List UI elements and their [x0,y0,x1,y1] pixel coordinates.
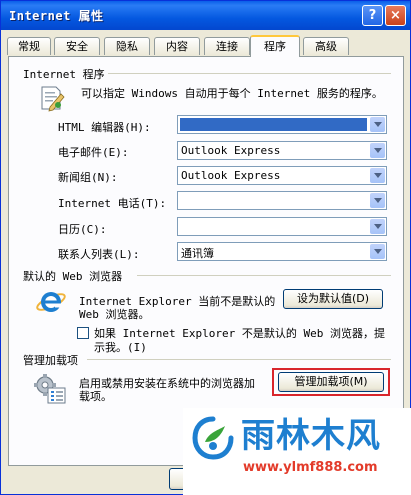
set-default-button[interactable]: 设为默认值(D) [283,289,383,309]
brand-url: www.ylmf888.com [243,460,378,475]
newsgroups-select[interactable]: Outlook Express [177,166,387,185]
email-label: 电子邮件(E): [58,146,129,159]
tab-general[interactable]: 常规 [7,37,51,55]
internet-programs-title: Internet 程序 [23,66,108,82]
addons-description-line2: 载项。 [79,390,112,403]
newsgroups-label: 新闻组(N): [58,171,118,184]
prompt-default-checkbox[interactable] [77,327,89,339]
group-divider [101,73,391,74]
tab-programs[interactable]: 程序 [250,35,300,57]
group-divider [137,275,391,276]
internet-call-select[interactable] [177,191,387,210]
email-select[interactable]: Outlook Express [177,141,387,160]
prompt-default-line2[interactable]: 示我。(I) [94,339,147,355]
internet-explorer-icon [36,292,66,312]
tab-content[interactable]: 内容 [154,37,200,55]
calendar-select[interactable] [177,217,387,236]
brand-logo-icon [192,416,234,460]
manage-addons-title: 管理加载项 [23,352,81,368]
calendar-label: 日历(C): [58,223,107,236]
internet-programs-description: 可以指定 Windows 自动用于每个 Internet 服务的程序。 [81,87,383,100]
html-editor-label: HTML 编辑器(H): [58,121,151,134]
ie-status-line2: Web 浏览器。 [79,308,150,321]
tab-connections[interactable]: 连接 [204,37,250,55]
default-browser-title: 默认的 Web 浏览器 [23,268,126,284]
internet-call-label: Internet 电话(T): [58,197,167,210]
tab-security[interactable]: 安全 [54,37,100,55]
brand-name: 雨林木风 [241,416,381,456]
document-pencil-icon [41,86,65,112]
chevron-down-icon[interactable] [370,117,385,132]
title-bar[interactable]: Internet 属性 ? × [1,1,410,30]
chevron-down-icon[interactable] [370,168,385,183]
chevron-down-icon[interactable] [370,143,385,158]
programs-panel: Internet 程序 可以指定 Windows 自动用于每个 Internet… [8,56,404,466]
tab-advanced[interactable]: 高级 [303,37,349,55]
chevron-down-icon[interactable] [370,193,385,208]
contact-list-select[interactable]: 通讯簿 [177,242,387,261]
html-editor-select[interactable] [177,115,387,134]
addons-gear-icon [34,374,66,404]
window-title: Internet 属性 [9,9,104,23]
help-button[interactable]: ? [362,5,383,26]
contact-list-label: 联系人列表(L): [58,248,140,261]
tab-privacy[interactable]: 隐私 [104,37,150,55]
chevron-down-icon[interactable] [370,219,385,234]
close-button[interactable]: × [385,5,406,26]
manage-addons-button[interactable]: 管理加载项(M) [278,372,384,392]
watermark: 雨林木风 www.ylmf888.com [183,408,411,495]
chevron-down-icon[interactable] [370,244,385,259]
group-divider [87,359,391,360]
